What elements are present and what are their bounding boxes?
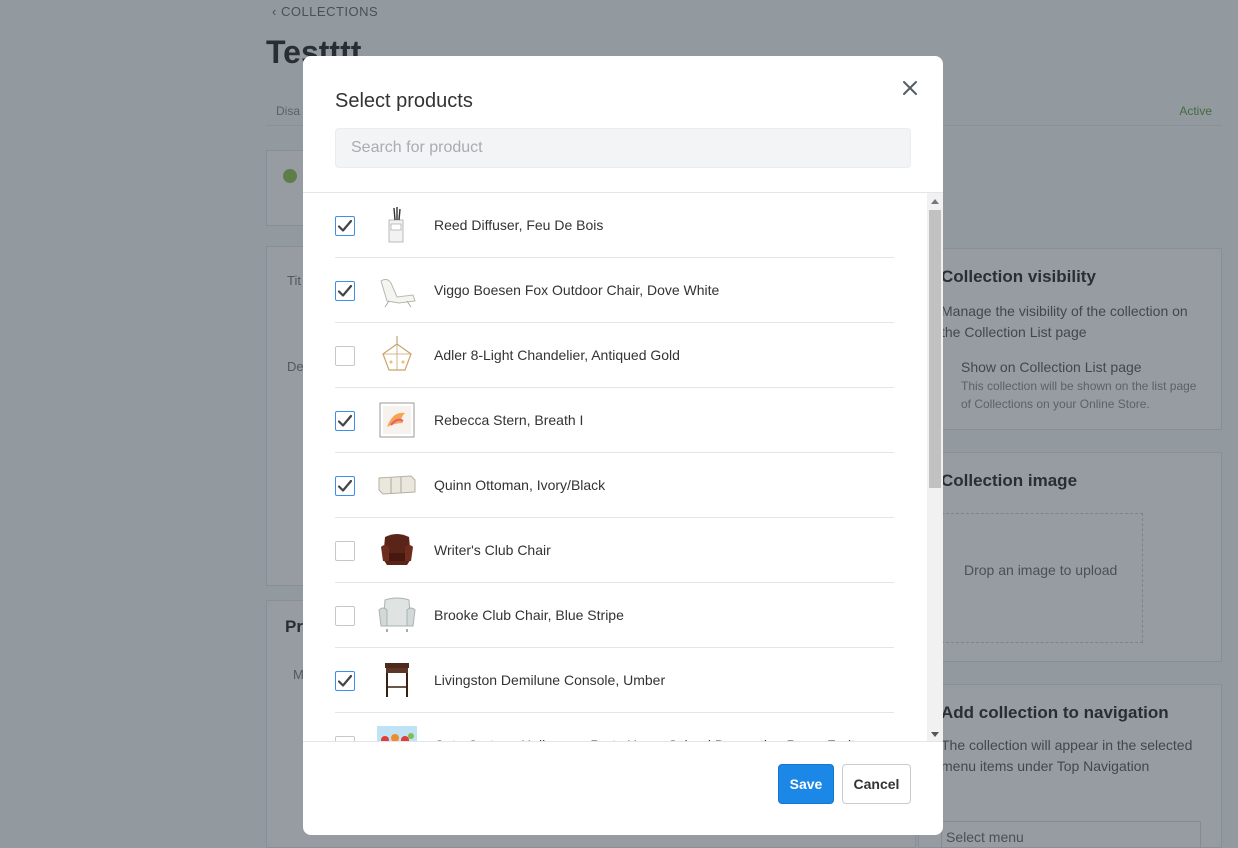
product-row[interactable]: Livingston Demilune Console, Umber (335, 648, 894, 713)
scroll-up-arrow[interactable] (931, 199, 939, 204)
artwork-thumb (377, 401, 417, 439)
search-input[interactable] (335, 128, 911, 168)
club-chair-thumb (377, 596, 417, 634)
product-checkbox[interactable] (335, 216, 355, 236)
product-row[interactable]: Writer's Club Chair (335, 518, 894, 583)
checkmark-icon (337, 414, 353, 427)
product-checkbox[interactable] (335, 606, 355, 626)
product-row[interactable]: Quinn Ottoman, Ivory/Black (335, 453, 894, 518)
product-row[interactable]: Adler 8-Light Chandelier, Antiqued Gold (335, 323, 894, 388)
product-name: Viggo Boesen Fox Outdoor Chair, Dove Whi… (434, 282, 720, 298)
product-row[interactable]: Reed Diffuser, Feu De Bois (335, 193, 894, 258)
ottoman-thumb (377, 466, 417, 504)
diffuser-thumb (377, 206, 417, 244)
product-name: Adler 8-Light Chandelier, Antiqued Gold (434, 347, 680, 363)
scroll-down-arrow[interactable] (931, 732, 939, 737)
cancel-button[interactable]: Cancel (842, 764, 911, 804)
product-row[interactable]: Brooke Club Chair, Blue Stripe (335, 583, 894, 648)
checkmark-icon (337, 219, 353, 232)
product-row[interactable]: Viggo Boesen Fox Outdoor Chair, Dove Whi… (335, 258, 894, 323)
checkmark-icon (337, 479, 353, 492)
product-list-container[interactable]: Reed Diffuser, Feu De Bois Viggo Boesen F… (303, 192, 943, 742)
console-thumb (377, 661, 417, 699)
product-name: Quinn Ottoman, Ivory/Black (434, 477, 606, 493)
product-name: Brooke Club Chair, Blue Stripe (434, 607, 624, 623)
halloween-props-thumb (377, 726, 417, 741)
modal-footer: Save Cancel (303, 742, 943, 835)
scrollbar[interactable] (927, 193, 943, 741)
product-checkbox[interactable] (335, 541, 355, 561)
leather-chair-thumb (377, 531, 417, 569)
chandelier-thumb (377, 336, 417, 374)
close-icon (903, 81, 917, 95)
checkmark-icon (337, 284, 353, 297)
product-checkbox[interactable] (335, 476, 355, 496)
select-products-modal: Select products Reed Diffuser, Feu De Bo… (303, 56, 943, 835)
product-checkbox[interactable] (335, 346, 355, 366)
product-name: Rebecca Stern, Breath I (434, 412, 584, 428)
product-row[interactable]: Rebecca Stern, Breath I (335, 388, 894, 453)
close-button[interactable] (899, 77, 921, 99)
product-name: Reed Diffuser, Feu De Bois (434, 217, 604, 233)
outdoor-chair-thumb (377, 271, 417, 309)
product-name: Writer's Club Chair (434, 542, 551, 558)
save-button[interactable]: Save (778, 764, 834, 804)
modal-title: Select products (335, 90, 473, 112)
checkmark-icon (337, 674, 353, 687)
product-checkbox[interactable] (335, 411, 355, 431)
product-row[interactable]: Cute Cartoon Halloween Party Home School… (335, 713, 894, 741)
scroll-thumb[interactable] (929, 210, 941, 488)
product-checkbox[interactable] (335, 671, 355, 691)
product-name: Livingston Demilune Console, Umber (434, 672, 666, 688)
product-list: Reed Diffuser, Feu De Bois Viggo Boesen F… (335, 193, 894, 741)
product-checkbox[interactable] (335, 281, 355, 301)
